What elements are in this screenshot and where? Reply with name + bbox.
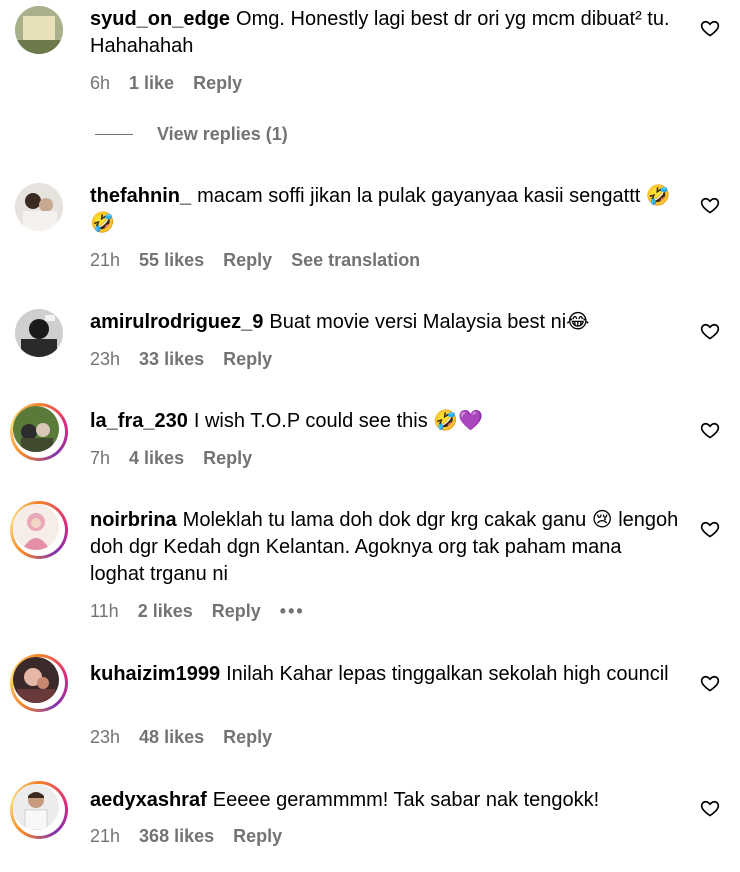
- comment-meta: 6h 1 like Reply: [90, 73, 242, 94]
- see-translation-button[interactable]: See translation: [291, 250, 420, 271]
- reply-button[interactable]: Reply: [203, 448, 252, 469]
- avatar-story-ring[interactable]: [10, 403, 68, 461]
- avatar: [13, 784, 59, 830]
- likes-count[interactable]: 368 likes: [139, 826, 214, 847]
- heart-icon[interactable]: [700, 420, 720, 440]
- avatar[interactable]: [15, 183, 63, 231]
- more-options-icon[interactable]: •••: [280, 601, 305, 622]
- username[interactable]: amirulrodriguez_9: [90, 311, 263, 333]
- likes-count[interactable]: 48 likes: [139, 727, 204, 748]
- avatar-story-ring[interactable]: [10, 781, 68, 839]
- reply-button[interactable]: Reply: [212, 601, 261, 622]
- heart-icon[interactable]: [700, 798, 720, 818]
- comment-meta: 7h 4 likes Reply: [90, 448, 252, 469]
- heart-icon[interactable]: [700, 519, 720, 539]
- comment-meta: 21h 368 likes Reply: [90, 826, 282, 847]
- comment-text: Eeeee gerammmm! Tak sabar nak tengokk!: [212, 789, 600, 811]
- likes-count[interactable]: 4 likes: [129, 448, 184, 469]
- timestamp: 7h: [90, 448, 111, 468]
- comment-meta: 21h 55 likes Reply See translation: [90, 250, 420, 271]
- reply-button[interactable]: Reply: [223, 250, 272, 271]
- avatar: [13, 406, 59, 452]
- username[interactable]: la_fra_230: [90, 410, 188, 432]
- replies-divider: [95, 134, 133, 135]
- timestamp: 23h: [90, 349, 121, 369]
- heart-icon[interactable]: [700, 321, 720, 341]
- avatar: [13, 657, 59, 703]
- reply-button[interactable]: Reply: [233, 826, 282, 847]
- comment-meta: 11h 2 likes Reply •••: [90, 601, 305, 622]
- view-replies-label[interactable]: View replies (1): [157, 124, 288, 145]
- heart-icon[interactable]: [700, 673, 720, 693]
- comment-meta: 23h 33 likes Reply: [90, 349, 272, 370]
- likes-count[interactable]: 55 likes: [139, 250, 204, 271]
- heart-icon[interactable]: [700, 195, 720, 215]
- timestamp: 6h: [90, 73, 111, 93]
- timestamp: 11h: [90, 601, 119, 621]
- username[interactable]: aedyxashraf: [90, 789, 207, 811]
- heart-icon[interactable]: [700, 18, 720, 38]
- reply-button[interactable]: Reply: [223, 349, 272, 370]
- view-replies[interactable]: View replies (1): [95, 124, 288, 145]
- comment-meta: 23h 48 likes Reply: [90, 727, 272, 748]
- timestamp: 21h: [90, 826, 121, 846]
- likes-count[interactable]: 2 likes: [138, 601, 193, 622]
- username[interactable]: noirbrina: [90, 509, 177, 531]
- likes-count[interactable]: 1 like: [129, 73, 174, 94]
- avatar-story-ring[interactable]: [10, 501, 68, 559]
- comment-text: Moleklah tu lama doh dok dgr krg cakak g…: [90, 509, 679, 585]
- reply-button[interactable]: Reply: [223, 727, 272, 748]
- avatar: [13, 504, 59, 550]
- username[interactable]: syud_on_edge: [90, 8, 230, 30]
- username[interactable]: kuhaizim1999: [90, 663, 220, 685]
- reply-button[interactable]: Reply: [193, 73, 242, 94]
- likes-count[interactable]: 33 likes: [139, 349, 204, 370]
- avatar-story-ring[interactable]: [10, 654, 68, 712]
- comment-text: Buat movie versi Malaysia best ni😂: [269, 311, 590, 333]
- comment-text: I wish T.O.P could see this 🤣💜: [193, 410, 484, 432]
- timestamp: 23h: [90, 727, 121, 747]
- username[interactable]: thefahnin_: [90, 185, 191, 207]
- avatar[interactable]: [15, 309, 63, 357]
- timestamp: 21h: [90, 250, 121, 270]
- avatar[interactable]: [15, 6, 63, 54]
- comment-text: Inilah Kahar lepas tinggalkan sekolah hi…: [226, 663, 669, 685]
